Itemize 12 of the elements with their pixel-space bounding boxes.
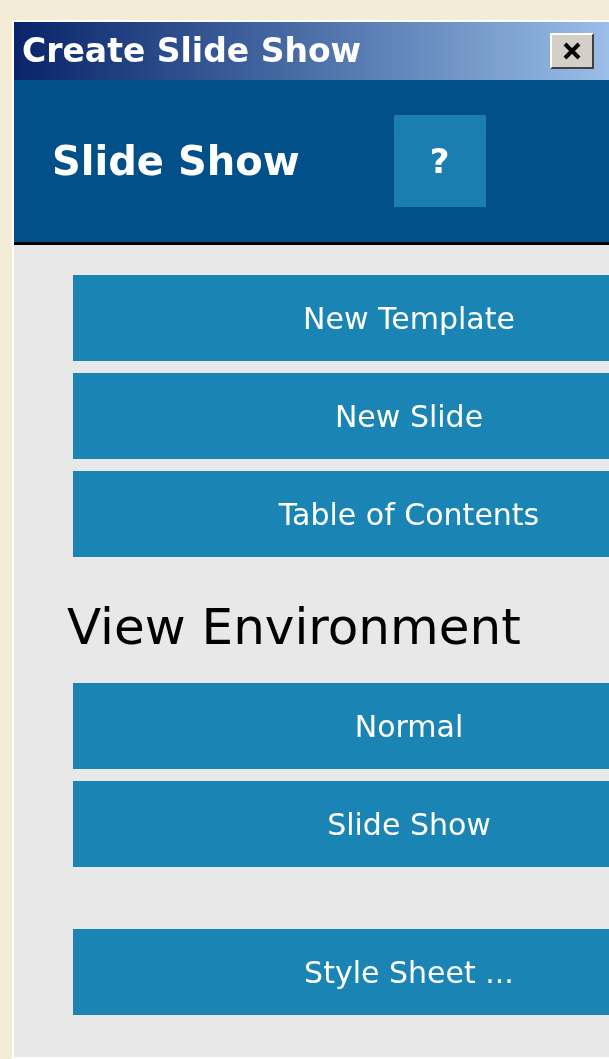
header-title: Slide Show [52,137,300,186]
action-button[interactable]: Normal [73,683,609,769]
action-button[interactable]: New Template [73,275,609,361]
action-button[interactable]: New Slide [73,373,609,459]
close-button[interactable] [550,33,594,69]
help-button[interactable]: ? [393,115,486,207]
close-icon [562,42,582,60]
window-title: Create Slide Show [22,30,362,73]
action-button[interactable]: Slide Show [73,781,609,867]
action-button[interactable]: Table of Contents [73,471,609,557]
action-button[interactable]: Style Sheet ... [73,929,609,1015]
section-heading: View Environment [67,597,522,658]
